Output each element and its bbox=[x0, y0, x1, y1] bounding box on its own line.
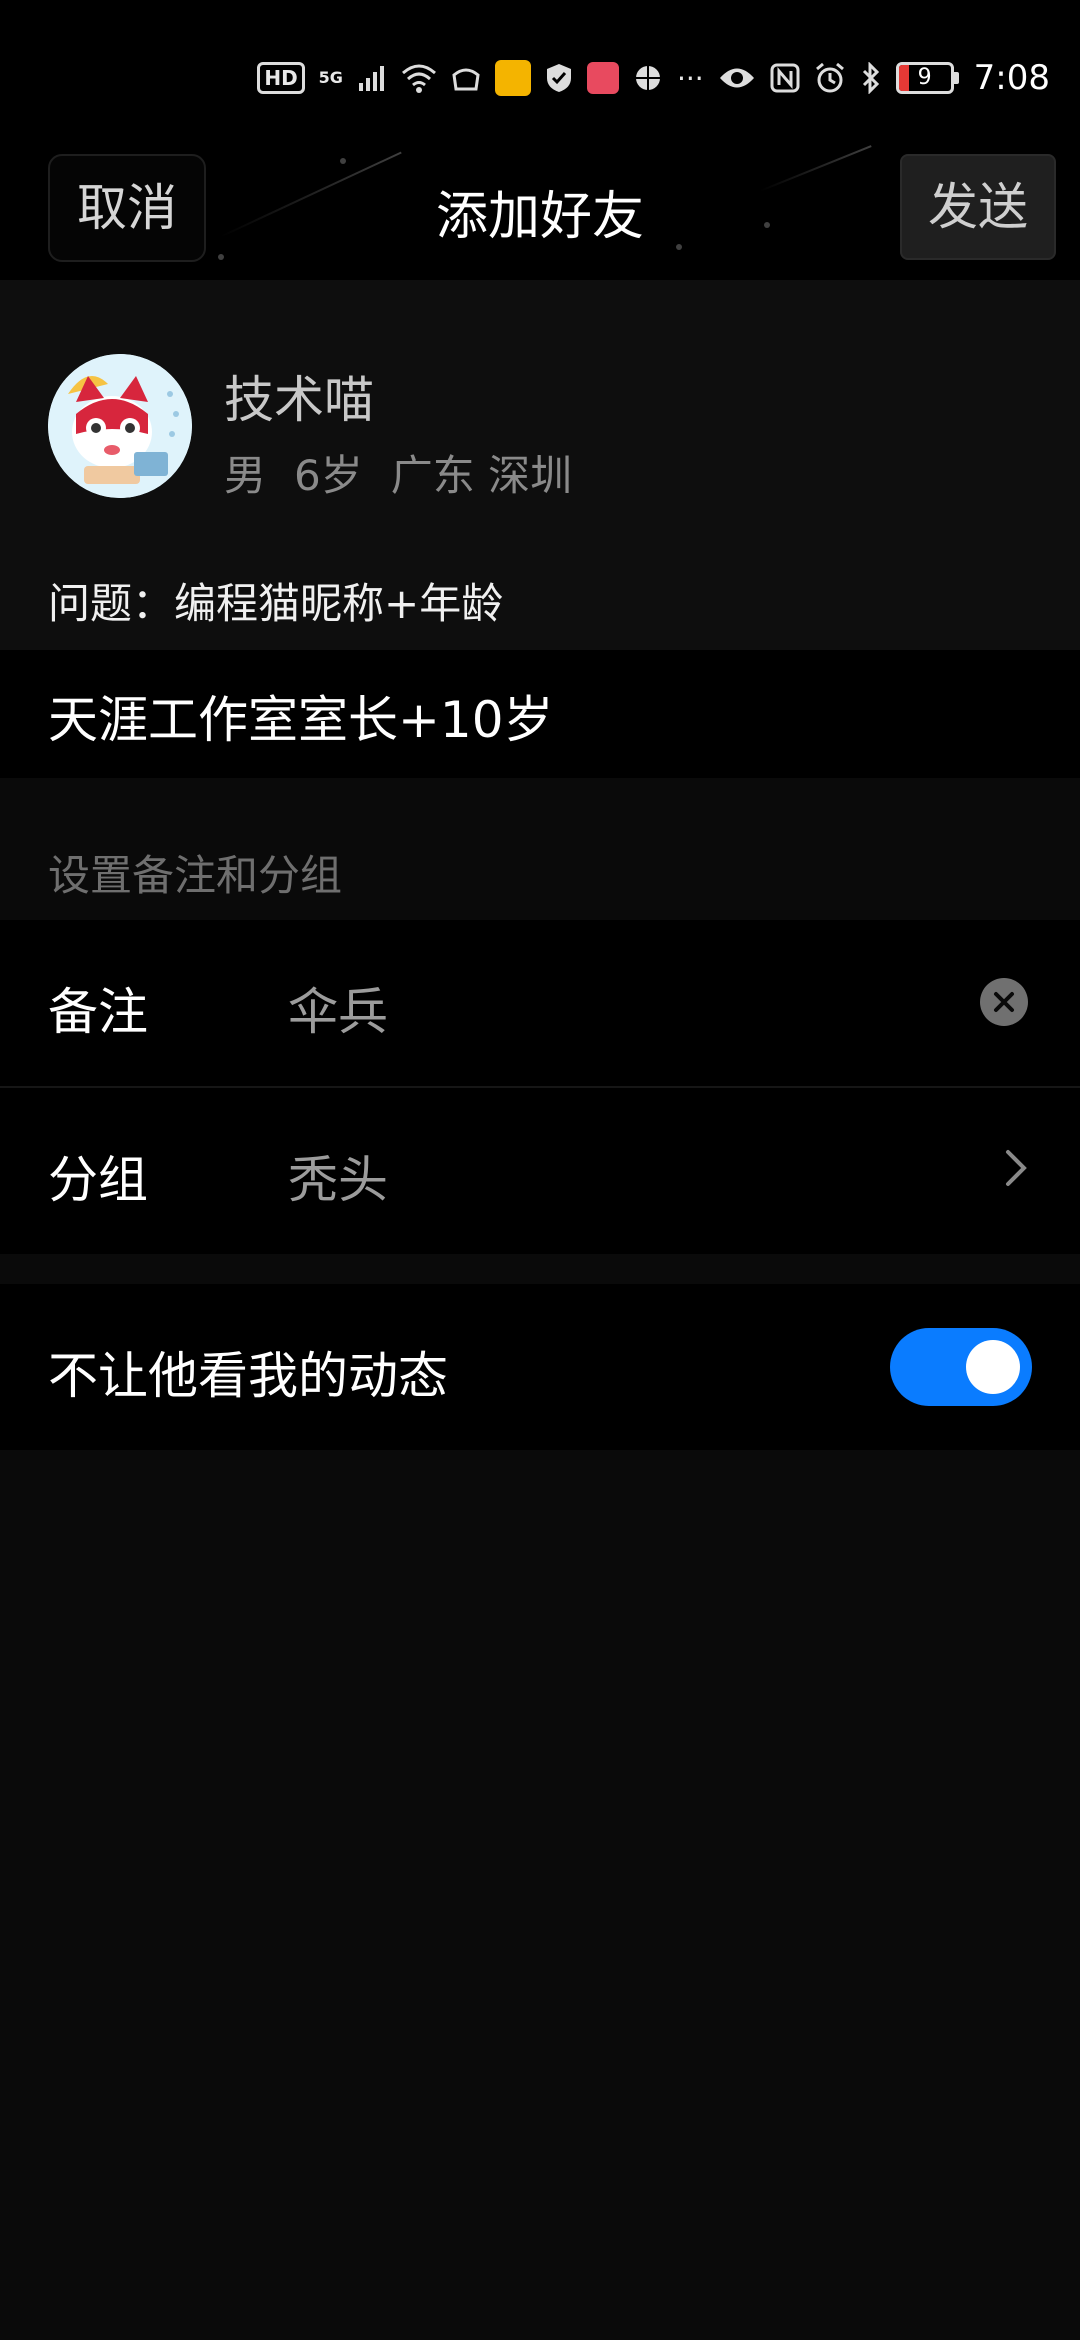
shield-icon bbox=[545, 62, 573, 94]
nfc-icon bbox=[770, 63, 800, 93]
more-icon: ··· bbox=[676, 61, 704, 95]
hd-indicator: HD bbox=[257, 62, 305, 94]
book-app-icon bbox=[586, 62, 619, 94]
signal-icon bbox=[357, 63, 387, 93]
status-icons: HD 5G ··· 9 7:08 bbox=[257, 52, 1050, 104]
bluetooth-icon bbox=[860, 62, 882, 94]
hide-moments-label: 不让他看我的动态 bbox=[48, 1347, 448, 1405]
weibo-app-icon bbox=[494, 60, 531, 96]
profile-age: 6岁 bbox=[294, 451, 363, 500]
remark-row[interactable]: 备注 伞兵 bbox=[0, 920, 1080, 1086]
remark-label: 备注 bbox=[48, 983, 148, 1041]
verification-answer-input[interactable]: 天涯工作室室长+10岁 bbox=[48, 680, 554, 752]
clock: 7:08 bbox=[973, 58, 1050, 98]
send-button[interactable]: 发送 bbox=[900, 154, 1056, 260]
close-icon bbox=[994, 992, 1014, 1012]
basketball-icon bbox=[633, 63, 663, 93]
hide-moments-toggle[interactable] bbox=[890, 1328, 1032, 1406]
background-star bbox=[340, 158, 346, 164]
cat-avatar-icon bbox=[48, 354, 192, 498]
eye-icon bbox=[718, 65, 756, 91]
battery-level: 9 bbox=[917, 65, 932, 90]
profile-gender: 男 bbox=[224, 451, 267, 500]
profile-card: 技术喵 男 6岁 广东 深圳 问题：编程猫昵称+年龄 bbox=[0, 280, 1080, 650]
clear-remark-button[interactable] bbox=[980, 978, 1028, 1026]
battery-icon: 9 bbox=[895, 62, 959, 94]
chevron-right-icon bbox=[1004, 1148, 1028, 1192]
status-bar: HD 5G ··· 9 7:08 bbox=[0, 0, 1080, 140]
group-value: 秃头 bbox=[288, 1151, 388, 1209]
answer-input-row[interactable]: 天涯工作室室长+10岁 bbox=[0, 650, 1080, 778]
network-5g-icon: 5G bbox=[319, 70, 343, 86]
group-row[interactable]: 分组 秃头 bbox=[0, 1088, 1080, 1254]
background-star bbox=[218, 254, 224, 260]
alarm-icon bbox=[814, 62, 846, 94]
group-label: 分组 bbox=[48, 1151, 148, 1209]
network-label: 5G bbox=[318, 68, 343, 87]
wifi-icon bbox=[401, 63, 437, 93]
profile-meta: 男 6岁 广东 深圳 bbox=[224, 442, 572, 503]
remark-input[interactable]: 伞兵 bbox=[288, 972, 388, 1044]
hide-moments-row: 不让他看我的动态 bbox=[0, 1284, 1080, 1450]
avatar[interactable] bbox=[48, 354, 192, 498]
toggle-knob bbox=[966, 1340, 1020, 1394]
verification-question: 问题：编程猫昵称+年龄 bbox=[48, 579, 504, 628]
hand-icon bbox=[451, 63, 481, 93]
profile-location: 广东 深圳 bbox=[390, 451, 573, 500]
section-label-remark-group: 设置备注和分组 bbox=[48, 851, 343, 900]
profile-name: 技术喵 bbox=[224, 371, 374, 429]
title-bar: 取消 添加好友 发送 bbox=[0, 140, 1080, 280]
